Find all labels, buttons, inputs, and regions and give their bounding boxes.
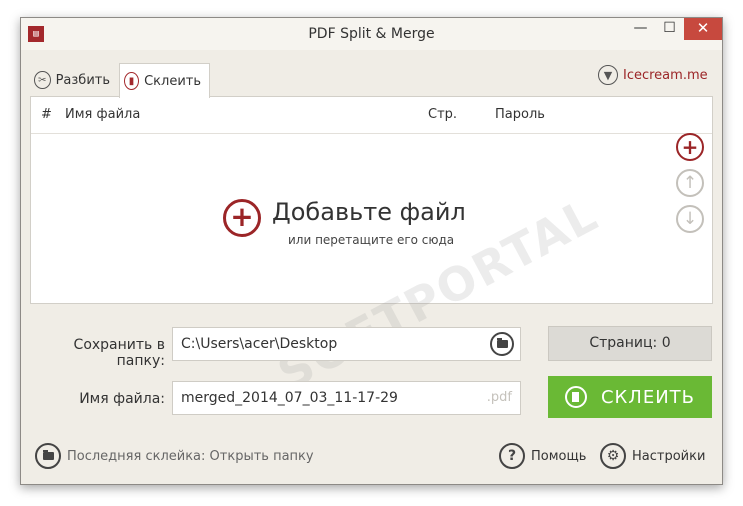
maximize-button[interactable]: ☐ — [655, 18, 684, 40]
file-list-header: # Имя файла Стр. Пароль — [31, 97, 712, 134]
icecream-icon: ▼ — [598, 65, 618, 85]
app-window: ▤ PDF Split & Merge — ☐ ✕ ✂ Разбить ▮ Ск… — [20, 17, 723, 485]
help-icon: ? — [499, 443, 525, 469]
brand-label: Icecream.me — [623, 67, 708, 83]
file-name-input[interactable]: merged_2014_07_03_11-17-29 .pdf — [172, 381, 521, 415]
window-title: PDF Split & Merge — [308, 26, 435, 42]
tab-split-label: Разбить — [55, 72, 110, 88]
browse-folder-button[interactable] — [490, 332, 514, 356]
close-button[interactable]: ✕ — [684, 18, 722, 40]
merge-button-label: СКЛЕИТЬ — [600, 386, 696, 408]
move-down-button[interactable]: ↓ — [676, 205, 704, 233]
tab-merge[interactable]: ▮ Склеить — [119, 63, 210, 98]
tab-merge-label: Склеить — [144, 73, 201, 89]
settings-button[interactable]: ⚙ Настройки — [600, 443, 705, 469]
add-file-plus-icon[interactable]: + — [223, 199, 261, 237]
last-merge-link[interactable]: Последняя склейка: Открыть папку — [35, 443, 314, 469]
help-button[interactable]: ? Помощь — [499, 443, 586, 469]
add-file-dropzone[interactable]: + Добавьте файл или перетащите его сюда — [223, 198, 483, 259]
column-header-filename[interactable]: Имя файла — [65, 97, 140, 133]
file-name-value: merged_2014_07_03_11-17-29 — [181, 390, 398, 406]
column-header-number[interactable]: # — [41, 97, 52, 133]
column-header-pages[interactable]: Стр. — [428, 97, 457, 133]
save-folder-label: Сохранить в папку: — [73, 337, 165, 369]
column-header-password[interactable]: Пароль — [495, 97, 545, 133]
title-bar: ▤ PDF Split & Merge — ☐ ✕ — [21, 18, 722, 50]
folder-open-icon — [35, 443, 61, 469]
add-file-title[interactable]: Добавьте файл — [272, 198, 466, 226]
help-label: Помощь — [531, 448, 587, 464]
add-file-button[interactable]: + — [676, 133, 704, 161]
move-up-button[interactable]: ↑ — [676, 169, 704, 197]
merge-doc-icon — [564, 386, 587, 408]
pages-count: Страниц: 0 — [548, 326, 712, 361]
save-folder-value: C:\Users\acer\Desktop — [181, 336, 338, 352]
minimize-button[interactable]: — — [626, 18, 655, 40]
brand-link[interactable]: ▼ Icecream.me — [598, 65, 708, 85]
file-name-label: Имя файла: — [79, 391, 165, 407]
file-list[interactable]: # Имя файла Стр. Пароль + Добавьте файл … — [30, 96, 713, 401]
last-merge-label: Последняя склейка: Открыть папку — [67, 448, 314, 464]
save-folder-input[interactable]: C:\Users\acer\Desktop — [172, 327, 521, 361]
folder-icon — [496, 338, 508, 348]
tab-split[interactable]: ✂ Разбить — [30, 63, 118, 97]
merge-button[interactable]: СКЛЕИТЬ — [548, 376, 712, 418]
gear-icon: ⚙ — [600, 443, 626, 469]
file-extension: .pdf — [486, 390, 512, 405]
add-file-subtitle: или перетащите его сюда — [288, 233, 455, 247]
merge-icon: ▮ — [124, 72, 140, 90]
settings-label: Настройки — [632, 448, 706, 464]
scissors-icon: ✂ — [34, 71, 51, 89]
